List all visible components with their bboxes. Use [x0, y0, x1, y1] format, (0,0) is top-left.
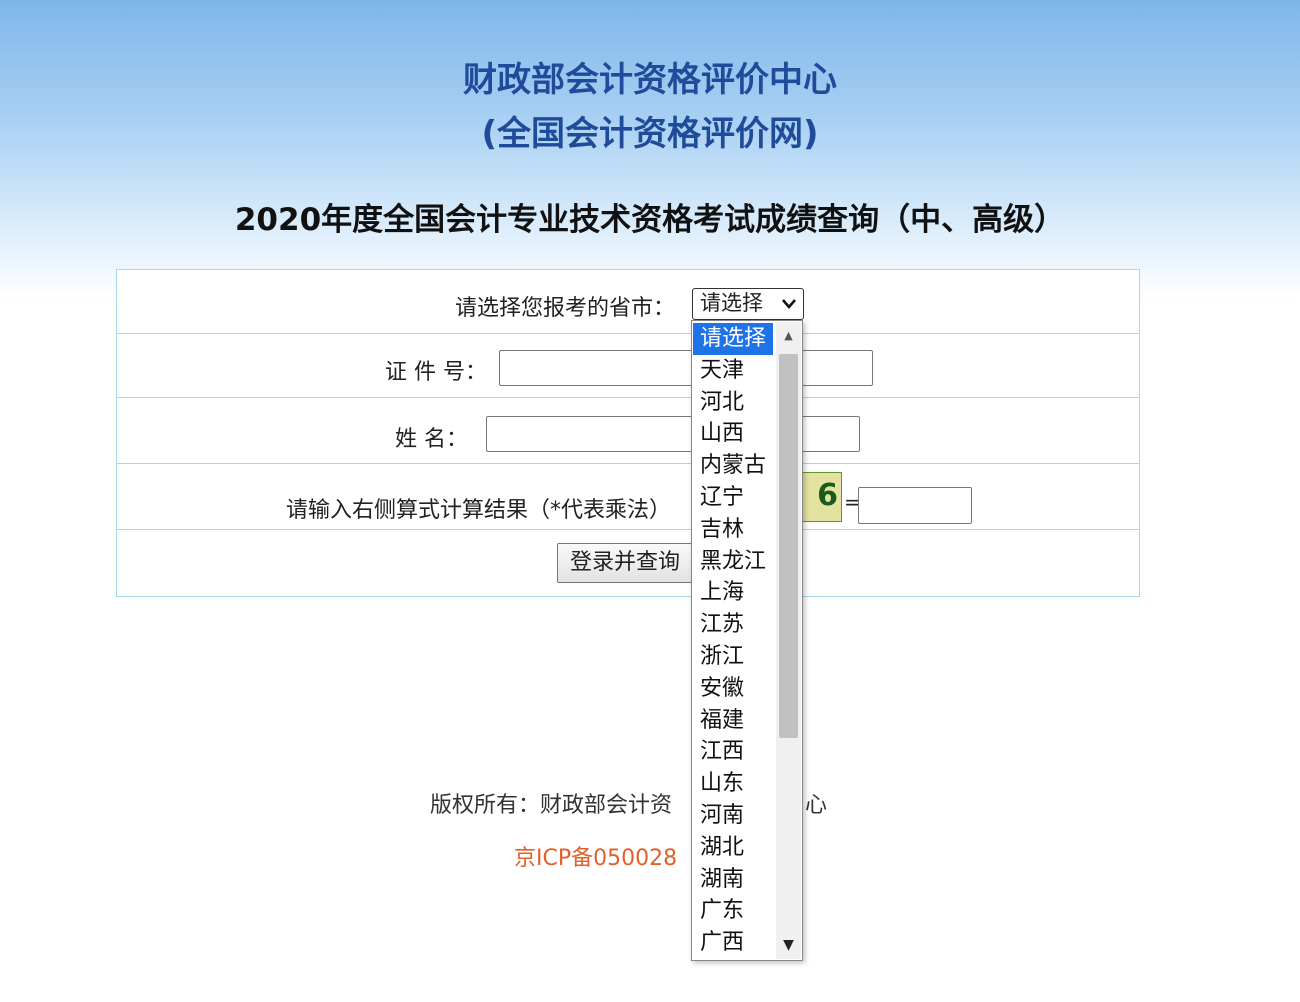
submit-row: 登录并查询 [117, 532, 1139, 596]
scrollbar-thumb[interactable] [779, 354, 798, 738]
dropdown-option[interactable]: 江苏 [693, 609, 773, 641]
dropdown-option[interactable]: 广西 [693, 927, 773, 959]
captcha-answer-input[interactable] [858, 487, 972, 524]
dropdown-option[interactable]: 请选择 [693, 323, 773, 355]
copyright-text-end: 心 [805, 793, 828, 818]
dropdown-option[interactable]: 湖北 [693, 832, 773, 864]
page-title: 2020年度全国会计专业技术资格考试成绩查询（中、高级） [234, 202, 1066, 238]
site-subtitle: (全国会计资格评价网) [481, 114, 819, 154]
province-dropdown-list[interactable]: 请选择 天津 河北 山西 内蒙古 辽宁 吉林 黑龙江 上海 江苏 浙江 安徽 福建 江西 山东 河南 湖北 湖南广… [691, 320, 803, 961]
name-input[interactable] [486, 416, 860, 452]
dropdown-option[interactable]: 福建 [693, 705, 773, 737]
id-row: 证 件 号： [117, 334, 1139, 398]
name-row: 姓 名： [117, 400, 1139, 464]
dropdown-option[interactable]: 浙江 [693, 641, 773, 673]
id-label: 证 件 号： [385, 360, 487, 385]
icp-link[interactable]: 京ICP备050028 [514, 840, 677, 872]
dropdown-option[interactable]: 上海 [693, 577, 773, 609]
dropdown-option[interactable]: 河北 [693, 387, 773, 419]
province-select-value: 请选择 [700, 291, 763, 315]
dropdown-option[interactable]: 天津 [693, 355, 773, 387]
name-label: 姓 名： [395, 427, 468, 452]
dropdown-option[interactable]: 湖南 [693, 864, 773, 896]
dropdown-option[interactable]: 河南 [693, 800, 773, 832]
dropdown-option[interactable]: 辽宁 [693, 482, 773, 514]
login-query-button[interactable]: 登录并查询 [557, 543, 697, 583]
dropdown-option[interactable]: 内蒙古 [693, 450, 773, 482]
dropdown-option[interactable]: 山西 [693, 418, 773, 450]
query-form: 请选择您报考的省市： 请选择 证 件 号： 姓 名： 请输入右侧算式计算结果（*… [116, 269, 1140, 597]
dropdown-option[interactable]: 广东 [693, 895, 773, 927]
dropdown-options: 请选择 天津 河北 山西 内蒙古 辽宁 吉林 黑龙江 上海 江苏 浙江 安徽 福建 江西 山东 河南 湖北 湖南广… [693, 323, 773, 959]
captcha-row: 请输入右侧算式计算结果（*代表乘法） 6 = [117, 466, 1139, 530]
captcha-text: 6 [817, 478, 838, 513]
dropdown-option[interactable]: 江西 [693, 736, 773, 768]
scroll-down-icon[interactable]: ▼ [776, 931, 801, 959]
province-label: 请选择您报考的省市： [455, 296, 676, 321]
province-row: 请选择您报考的省市： 请选择 [117, 270, 1139, 334]
province-select[interactable]: 请选择 [692, 288, 804, 320]
captcha-image[interactable]: 6 [802, 472, 842, 522]
dropdown-option[interactable]: 吉林 [693, 514, 773, 546]
dropdown-option[interactable]: 安徽 [693, 673, 773, 705]
dropdown-option[interactable]: 山东 [693, 768, 773, 800]
site-title: 财政部会计资格评价中心 [463, 60, 837, 100]
scrollbar[interactable]: ▲ ▼ [776, 322, 801, 959]
id-number-input[interactable] [499, 350, 873, 386]
scroll-up-icon[interactable]: ▲ [776, 322, 801, 350]
calc-label: 请输入右侧算式计算结果（*代表乘法） [286, 498, 672, 523]
dropdown-option[interactable]: 黑龙江 [693, 546, 773, 578]
copyright-text: 版权所有：财政部会计资 [430, 793, 673, 818]
